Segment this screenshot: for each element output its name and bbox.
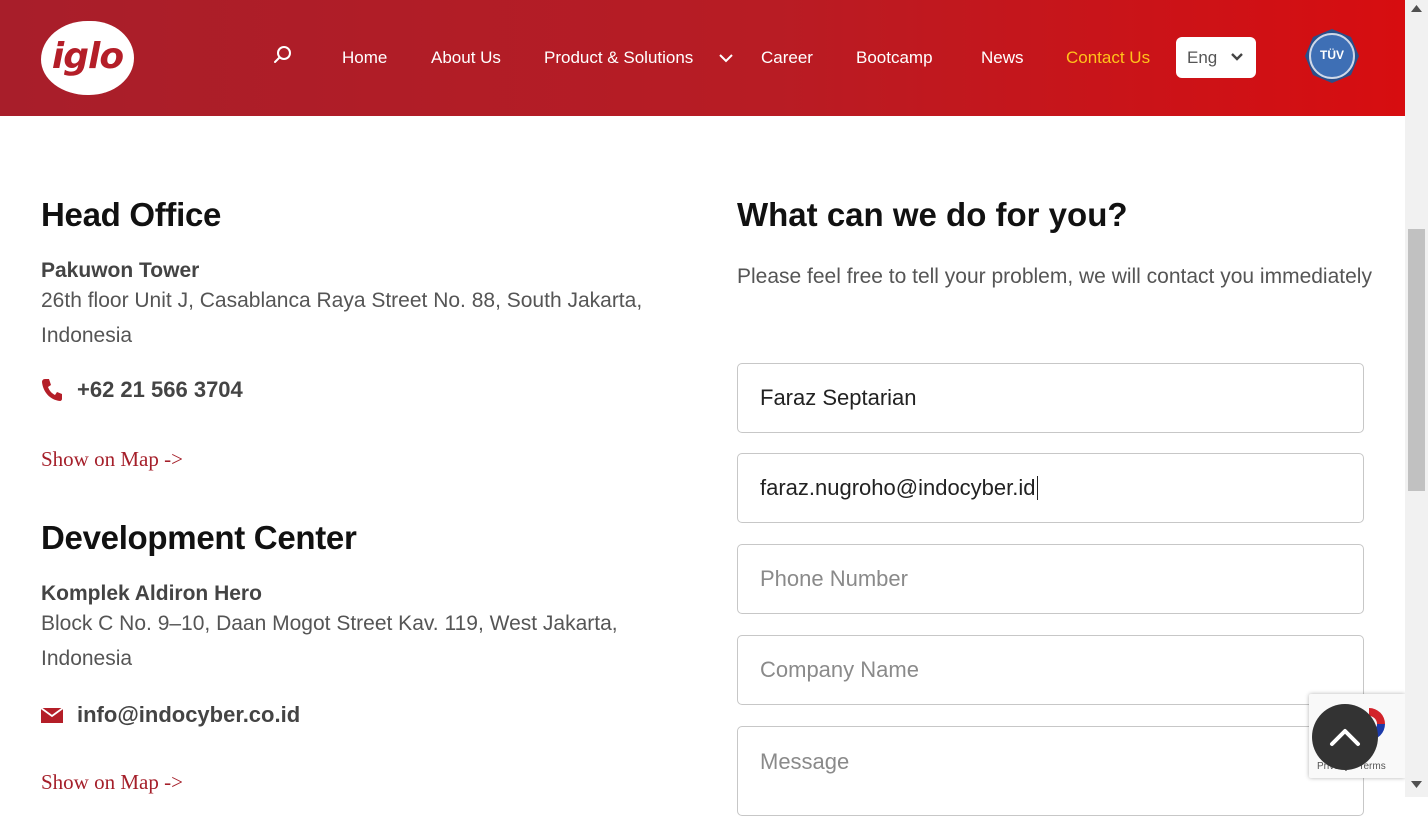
head-office-address: 26th floor Unit J, Casablanca Raya Stree… xyxy=(41,289,643,347)
chevron-up-icon xyxy=(1330,729,1360,746)
chevron-down-icon[interactable] xyxy=(717,50,735,66)
chevron-down-icon xyxy=(1231,53,1243,61)
message-field[interactable]: Message xyxy=(737,726,1364,816)
search-icon[interactable] xyxy=(273,45,293,65)
name-field-value: Faraz Septarian xyxy=(760,385,917,410)
development-center-title: Development Center xyxy=(41,519,357,556)
mail-icon xyxy=(41,707,63,723)
form-subtitle: Please feel free to tell your problem, w… xyxy=(737,265,1372,288)
phone-field[interactable]: Phone Number xyxy=(737,544,1364,614)
development-center-show-map-link[interactable]: Show on Map -> xyxy=(41,770,183,795)
email-field-value: faraz.nugroho@indocyber.id xyxy=(760,475,1036,500)
text-caret xyxy=(1036,476,1038,500)
nav-career[interactable]: Career xyxy=(761,48,813,68)
nav-about-us[interactable]: About Us xyxy=(431,48,501,68)
nav-product-solutions[interactable]: Product & Solutions xyxy=(544,48,693,68)
back-to-top-button[interactable] xyxy=(1312,704,1378,770)
nav-home[interactable]: Home xyxy=(342,48,387,68)
development-center-address: Block C No. 9–10, Daan Mogot Street Kav.… xyxy=(41,612,618,670)
head-office-building: Pakuwon Tower xyxy=(41,259,200,282)
company-field[interactable]: Company Name xyxy=(737,635,1364,705)
badge-text: TÜV xyxy=(1320,47,1344,62)
logo-text: iglo xyxy=(51,35,124,77)
language-select[interactable]: Eng xyxy=(1176,37,1256,78)
scrollbar-thumb[interactable] xyxy=(1408,229,1425,491)
language-value: Eng xyxy=(1187,47,1218,67)
name-field[interactable]: Faraz Septarian xyxy=(737,363,1364,433)
nav-contact-us[interactable]: Contact Us xyxy=(1066,48,1150,68)
nav-bootcamp[interactable]: Bootcamp xyxy=(856,48,933,68)
head-office-phone[interactable]: +62 21 566 3704 xyxy=(41,377,243,403)
iglo-logo[interactable]: iglo xyxy=(41,21,134,95)
nav-news[interactable]: News xyxy=(981,48,1024,68)
phone-number: +62 21 566 3704 xyxy=(77,377,243,402)
head-office-title: Head Office xyxy=(41,196,222,233)
company-field-placeholder: Company Name xyxy=(760,657,919,682)
phone-field-placeholder: Phone Number xyxy=(760,566,908,591)
site-header: iglo Home About Us Product & Solutions C… xyxy=(0,0,1405,116)
email-field[interactable]: faraz.nugroho@indocyber.id xyxy=(737,453,1364,523)
tuv-certification-badge: TÜV xyxy=(1305,29,1359,83)
development-center-email[interactable]: info@indocyber.co.id xyxy=(41,702,300,728)
email-address: info@indocyber.co.id xyxy=(77,702,301,727)
form-title: What can we do for you? xyxy=(737,196,1128,233)
phone-icon xyxy=(42,379,62,401)
scroll-down-arrow-icon[interactable] xyxy=(1411,781,1422,788)
scroll-up-arrow-icon[interactable] xyxy=(1411,5,1422,12)
development-center-building: Komplek Aldiron Hero xyxy=(41,582,262,605)
message-field-placeholder: Message xyxy=(760,749,850,774)
head-office-show-map-link[interactable]: Show on Map -> xyxy=(41,447,183,472)
